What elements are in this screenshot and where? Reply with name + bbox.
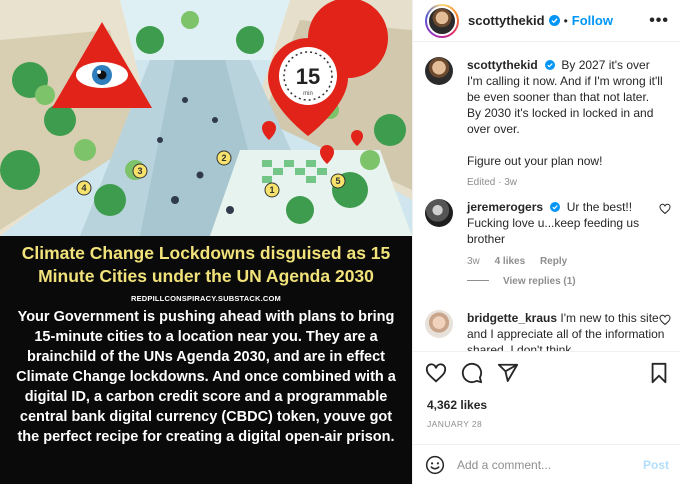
post-date[interactable]: JANUARY 28 <box>427 419 482 429</box>
marker-3: 3 <box>137 166 142 176</box>
like-comment-icon[interactable] <box>659 203 671 215</box>
post-header: scottythekid • Follow ••• <box>413 0 680 42</box>
comment-age: 3w <box>467 256 480 267</box>
marker-5: 5 <box>335 176 340 186</box>
comment-input[interactable] <box>457 457 643 472</box>
comment-username[interactable]: bridgette_kraus <box>467 311 557 325</box>
verified-badge-icon <box>550 202 561 212</box>
action-bar: 4,362 likes JANUARY 28 <box>413 351 680 436</box>
marker-2: 2 <box>221 153 226 163</box>
verified-badge-icon <box>545 60 556 70</box>
text-overlay: Climate Change Lockdowns disguised as 15… <box>0 236 412 484</box>
share-icon[interactable] <box>497 362 519 384</box>
caption-username[interactable]: scottythekid <box>467 58 538 72</box>
separator: • <box>563 13 568 28</box>
heart-icon[interactable] <box>425 362 447 384</box>
media-source: REDPILLCONSPIRACY.SUBSTACK.COM <box>130 294 282 303</box>
instagram-post: 3 4 2 1 5 15 min Climate Change Lockdown… <box>0 0 680 484</box>
avatar[interactable] <box>425 199 453 227</box>
emoji-icon[interactable] <box>425 455 445 475</box>
like-comment-icon[interactable] <box>659 314 671 326</box>
view-replies-button[interactable]: View replies (1) <box>467 276 576 287</box>
marker-4: 4 <box>81 183 86 193</box>
list-item: jeremerogers Ur the best!! Fucking love … <box>425 199 671 267</box>
sign-unit: min <box>303 91 313 97</box>
post-image[interactable]: 3 4 2 1 5 15 min Climate Change Lockdown… <box>0 0 412 484</box>
comment-username[interactable]: jeremerogers <box>467 200 543 214</box>
avatar[interactable] <box>425 310 453 338</box>
more-options-icon[interactable]: ••• <box>649 12 669 30</box>
follow-button[interactable]: Follow <box>572 13 613 28</box>
media-headline: Climate Change Lockdowns disguised as 15… <box>21 243 391 286</box>
city-illustration: 3 4 2 1 5 15 min <box>0 0 412 236</box>
likes-count[interactable]: 4,362 likes <box>427 398 487 412</box>
list-item: bridgette_kraus I'm new to this site and… <box>425 310 671 351</box>
avatar[interactable] <box>425 3 459 38</box>
divider <box>467 280 489 281</box>
sign-number: 15 <box>296 64 320 89</box>
comments-list[interactable]: scottythekid By 2027 it's over I'm calli… <box>413 43 680 351</box>
comment-icon[interactable] <box>461 362 483 384</box>
media-body: Your Government is pushing ahead with pl… <box>16 309 396 445</box>
avatar[interactable] <box>425 57 453 85</box>
view-replies-label: View replies (1) <box>503 276 576 287</box>
comment-likes[interactable]: 4 likes <box>495 256 526 267</box>
reply-button[interactable]: Reply <box>540 256 567 267</box>
post-button[interactable]: Post <box>643 458 669 472</box>
caption: scottythekid By 2027 it's over I'm calli… <box>425 57 665 188</box>
verified-badge-icon <box>548 15 560 26</box>
marker-1: 1 <box>269 185 274 195</box>
caption-text-2: Figure out your plan now! <box>467 154 603 168</box>
add-comment-bar: Post <box>413 444 680 484</box>
bookmark-icon[interactable] <box>649 362 669 384</box>
post-sidebar: scottythekid • Follow ••• scottythekid B… <box>412 0 680 484</box>
caption-meta: Edited · 3w <box>467 177 518 188</box>
author-username[interactable]: scottythekid <box>468 13 545 28</box>
